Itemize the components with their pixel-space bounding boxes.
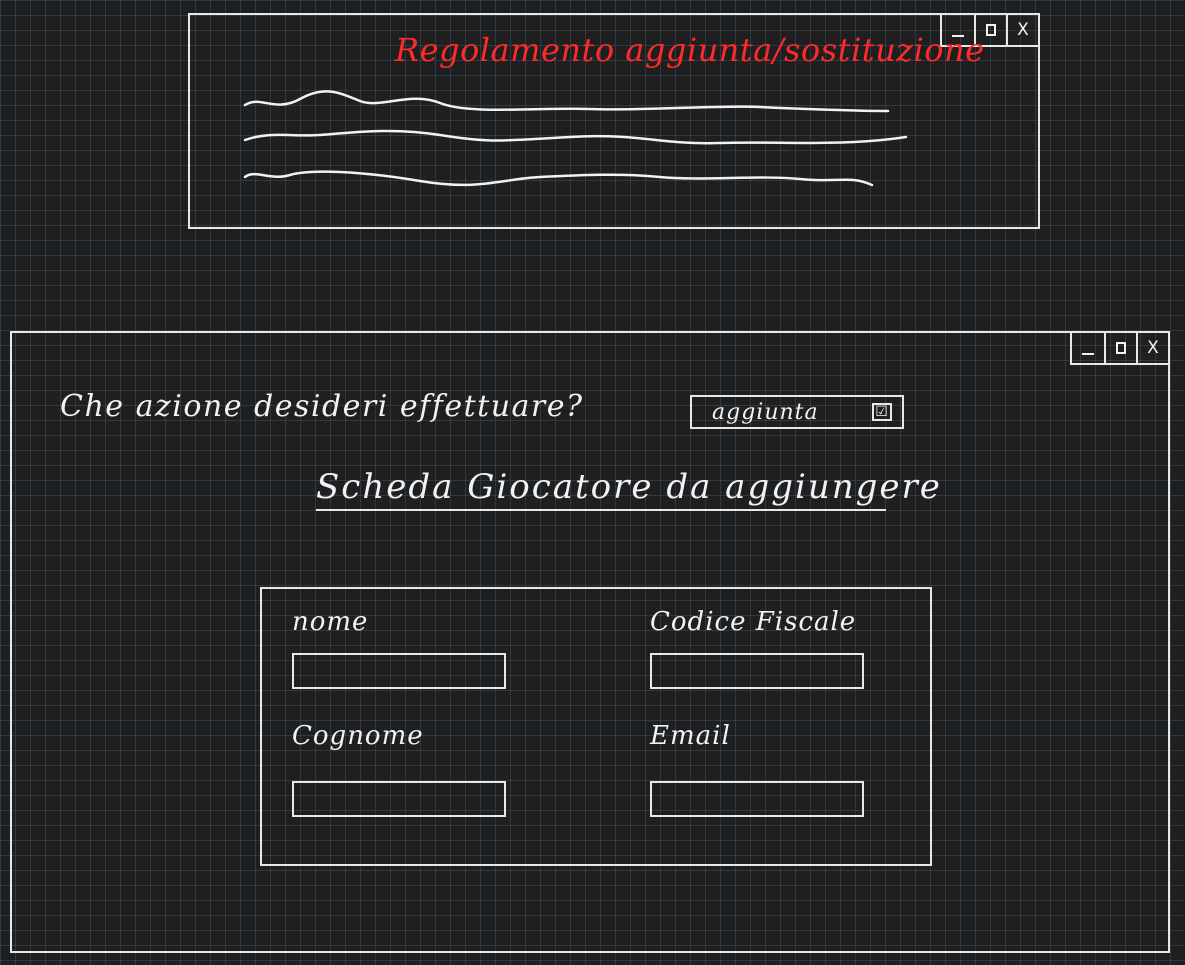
nome-label: nome: [292, 607, 369, 637]
player-form: nome Codice Fiscale Cognome Email: [260, 587, 932, 866]
close-icon[interactable]: X: [1136, 333, 1168, 363]
email-label: Email: [650, 721, 731, 751]
codice-fiscale-label: Codice Fiscale: [650, 607, 857, 637]
close-icon[interactable]: X: [1006, 15, 1038, 45]
card-title: Scheda Giocatore da aggiungere: [316, 467, 940, 511]
rules-text-line-1: [243, 90, 890, 113]
rules-text-line-3: [243, 170, 874, 187]
rules-title: Regolamento aggiunta/sostituzione: [395, 31, 985, 69]
codice-fiscale-input[interactable]: [650, 653, 864, 689]
action-select-value: aggiunta: [712, 399, 819, 425]
player-window: X Che azione desideri effettuare? aggiun…: [10, 331, 1170, 953]
checkbox-icon[interactable]: ☑: [872, 403, 892, 421]
player-window-controls: X: [1070, 331, 1170, 365]
email-input[interactable]: [650, 781, 864, 817]
maximize-icon[interactable]: [1104, 333, 1136, 363]
action-select[interactable]: aggiunta ☑: [690, 395, 904, 429]
action-question: Che azione desideri effettuare?: [60, 389, 584, 424]
minimize-icon[interactable]: [1072, 333, 1104, 363]
cognome-input[interactable]: [292, 781, 506, 817]
nome-input[interactable]: [292, 653, 506, 689]
rules-text-placeholder: [243, 90, 908, 187]
cognome-label: Cognome: [292, 721, 424, 751]
rules-text-line-2: [243, 129, 908, 145]
rules-window: X Regolamento aggiunta/sostituzione: [188, 13, 1040, 229]
